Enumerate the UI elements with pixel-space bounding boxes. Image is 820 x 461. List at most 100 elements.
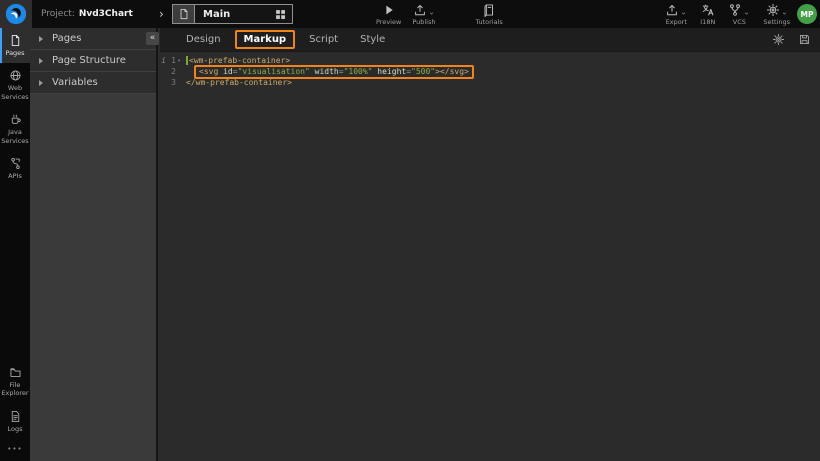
editor-tab-bar: DesignMarkupScriptStyle	[160, 28, 820, 52]
code-line[interactable]: 2 <svg id="visualisation" width="100%" he…	[160, 66, 820, 77]
code-token: </wm-prefab-container>	[186, 78, 292, 87]
rail-item-label: APIs	[8, 172, 22, 180]
code-token: "visualisation"	[238, 67, 310, 76]
code-token: <svg	[199, 67, 218, 76]
line-number: 2	[167, 67, 176, 76]
triangle-right-icon	[39, 80, 43, 86]
avatar[interactable]: MP	[797, 4, 817, 24]
export-button[interactable]: Export	[665, 2, 687, 26]
more-options-button[interactable]: •••	[0, 439, 30, 461]
tab-style[interactable]: Style	[349, 30, 396, 49]
gutter[interactable]: 2	[160, 67, 182, 76]
line-number: 3	[167, 78, 176, 87]
project-name: Nvd3Chart	[79, 9, 133, 19]
folder-icon	[9, 366, 22, 379]
topbar-center-actions: Preview Publish Tutorials	[376, 2, 503, 26]
action-label: Publish	[412, 18, 435, 26]
code-token: id	[223, 67, 233, 76]
action-label: Tutorials	[475, 18, 502, 26]
action-icon-row	[482, 2, 496, 17]
editor-settings-button[interactable]	[772, 33, 785, 46]
wavemaker-logo[interactable]	[0, 0, 32, 28]
publish-icon	[413, 3, 427, 17]
tutorials-button[interactable]: Tutorials	[475, 2, 502, 26]
panel-collapse-button[interactable]: «	[146, 32, 159, 45]
coffee-icon	[9, 113, 22, 126]
action-icon-row	[728, 2, 750, 17]
left-icon-rail: Pages Web Services Java Services APIs File E…	[0, 28, 30, 461]
code-token: width	[315, 67, 339, 76]
code-line-text[interactable]: <svg id="visualisation" width="100%" hei…	[182, 65, 474, 79]
triangle-right-icon	[39, 36, 43, 42]
annotation-highlight-box: <svg id="visualisation" width="100%" hei…	[194, 65, 474, 79]
play-icon	[382, 3, 396, 17]
grid-icon[interactable]	[274, 8, 287, 21]
globe-icon	[9, 69, 22, 82]
gutter[interactable]: i1▾	[160, 56, 182, 65]
export-icon	[665, 3, 679, 17]
action-label: I18N	[700, 18, 715, 26]
api-icon	[9, 157, 22, 170]
action-label: Settings	[763, 18, 790, 26]
code-line[interactable]: 3 </wm-prefab-container>	[160, 77, 820, 88]
save-icon	[798, 33, 811, 46]
rail-item-label: Java Services	[1, 128, 29, 145]
rail-item-label: File Explorer	[1, 381, 29, 398]
rail-item-label: Web Services	[1, 84, 29, 101]
top-bar: Project: Nvd3Chart › Main Preview Publish…	[0, 0, 820, 28]
sidebar-item-logs[interactable]: Logs	[0, 404, 30, 439]
chevron-right-icon: ›	[159, 6, 164, 22]
editor-toolbar	[772, 33, 811, 46]
sidebar-item-web-services[interactable]: Web Services	[0, 63, 30, 107]
sidebar-item-file-explorer[interactable]: File Explorer	[0, 360, 30, 404]
sidebar-item-pages[interactable]: Pages	[0, 28, 30, 63]
left-panel: Pages Page Structure Variables	[30, 28, 158, 461]
action-icon-row	[413, 2, 435, 17]
panel-section-variables[interactable]: Variables	[30, 72, 156, 94]
action-label: Export	[666, 18, 687, 26]
project-title: Project: Nvd3Chart	[41, 0, 133, 28]
tutorials-icon	[482, 3, 496, 17]
gear-icon	[772, 33, 785, 46]
publish-button[interactable]: Publish	[412, 2, 435, 26]
panel-section-page-structure[interactable]: Page Structure	[30, 50, 156, 72]
vcs-button[interactable]: VCS	[728, 2, 750, 26]
settings-button[interactable]: Settings	[763, 2, 790, 26]
line-number: 1	[167, 56, 176, 65]
tab-design[interactable]: Design	[175, 30, 232, 49]
action-icon-row	[665, 2, 687, 17]
code-token: </svg>	[440, 67, 469, 76]
chevron-down-icon	[428, 10, 435, 17]
logs-icon	[9, 410, 22, 423]
page-icon	[9, 34, 22, 47]
vcs-icon	[728, 3, 742, 17]
rail-spacer	[0, 187, 30, 360]
tab-script[interactable]: Script	[298, 30, 349, 49]
sidebar-item-java-services[interactable]: Java Services	[0, 107, 30, 151]
code-token: height	[377, 67, 406, 76]
editor-region: DesignMarkupScriptStyle i1▾<wm-prefab-co…	[160, 28, 820, 461]
page-file-icon[interactable]	[173, 5, 195, 23]
tab-markup[interactable]: Markup	[235, 30, 296, 49]
page-tab-label: Main	[195, 9, 274, 20]
chevron-down-icon	[680, 10, 687, 17]
code-token: "500"	[411, 67, 435, 76]
rail-item-label: Pages	[5, 49, 24, 57]
panel-section-label: Page Structure	[52, 55, 126, 66]
project-label: Project:	[41, 9, 75, 19]
save-button[interactable]	[798, 33, 811, 46]
i18n-icon	[701, 3, 715, 17]
code-token: "100%"	[344, 67, 373, 76]
panel-section-label: Pages	[52, 33, 81, 44]
sidebar-item-apis[interactable]: APIs	[0, 151, 30, 186]
chevron-down-icon	[781, 10, 788, 17]
panel-section-pages[interactable]: Pages	[30, 28, 156, 50]
code-editor[interactable]: i1▾<wm-prefab-container>2<svg id="visual…	[160, 52, 820, 88]
i18n-button[interactable]: I18N	[700, 2, 715, 26]
action-label: VCS	[733, 18, 746, 26]
code-line-text[interactable]: </wm-prefab-container>	[182, 78, 292, 87]
gutter[interactable]: 3	[160, 78, 182, 87]
preview-button[interactable]: Preview	[376, 2, 401, 26]
action-icon-row	[701, 2, 715, 17]
page-tab-main[interactable]: Main	[172, 4, 293, 24]
